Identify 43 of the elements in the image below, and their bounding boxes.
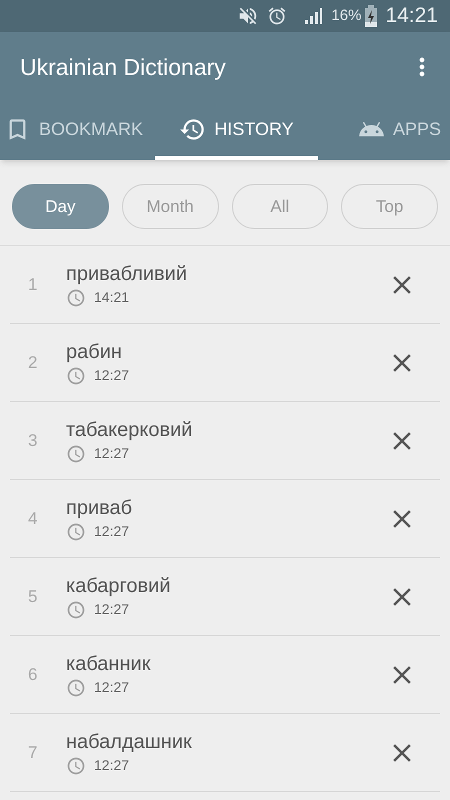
tab[interactable]: HISTORY xyxy=(155,102,318,160)
clock-icon xyxy=(66,600,86,620)
word: привабливий xyxy=(66,262,188,287)
lookup-time: 14:21 xyxy=(94,288,130,307)
row-number: 6 xyxy=(27,664,38,686)
history-row[interactable]: 4 приваб 12:27 xyxy=(10,480,440,558)
row-number: 1 xyxy=(27,274,38,296)
history-row[interactable]: 1 привабливий 14:21 xyxy=(10,246,440,324)
word: приваб xyxy=(66,496,134,521)
word: рабин xyxy=(66,340,123,365)
lookup-time: 12:27 xyxy=(94,678,130,697)
history-row[interactable]: 7 набалдашник 12:27 xyxy=(10,714,440,792)
word: набалдашник xyxy=(66,730,193,755)
clock-icon xyxy=(66,522,86,542)
word: кабанник xyxy=(66,652,152,677)
lookup-time: 12:27 xyxy=(94,366,130,385)
clock-icon xyxy=(66,366,86,386)
signal-icon xyxy=(303,6,324,26)
history-row[interactable]: 6 кабанник 12:27 xyxy=(10,636,440,714)
word: табакерковий xyxy=(66,418,194,443)
clock-icon xyxy=(66,444,86,464)
history-row[interactable]: 3 табакерковий 12:27 xyxy=(10,402,440,480)
history-row[interactable]: 5 кабарговий 12:27 xyxy=(10,558,440,636)
battery-charging-icon xyxy=(365,5,378,27)
lookup-time: 12:27 xyxy=(94,600,130,619)
lookup-time: 12:27 xyxy=(94,444,130,463)
word: кабарговий xyxy=(66,574,172,599)
row-number: 7 xyxy=(27,742,38,764)
row-number: 2 xyxy=(27,352,38,374)
clock: 14:21 xyxy=(385,3,438,30)
history-row[interactable]: 2 рабин 12:27 xyxy=(10,324,440,402)
lookup-time: 12:27 xyxy=(94,522,130,541)
app-title: Ukrainian Dictionary xyxy=(20,52,226,82)
filter-chip[interactable]: Day xyxy=(12,184,109,229)
clock-icon xyxy=(66,288,86,308)
clock-icon xyxy=(66,756,86,776)
row-number: 5 xyxy=(27,586,38,608)
row-number: 3 xyxy=(27,430,38,452)
battery-percent: 16% xyxy=(331,6,362,26)
row-number: 4 xyxy=(27,508,38,530)
clock-icon xyxy=(66,678,86,698)
lookup-time: 12:27 xyxy=(94,756,130,775)
alarm-icon xyxy=(267,6,288,26)
